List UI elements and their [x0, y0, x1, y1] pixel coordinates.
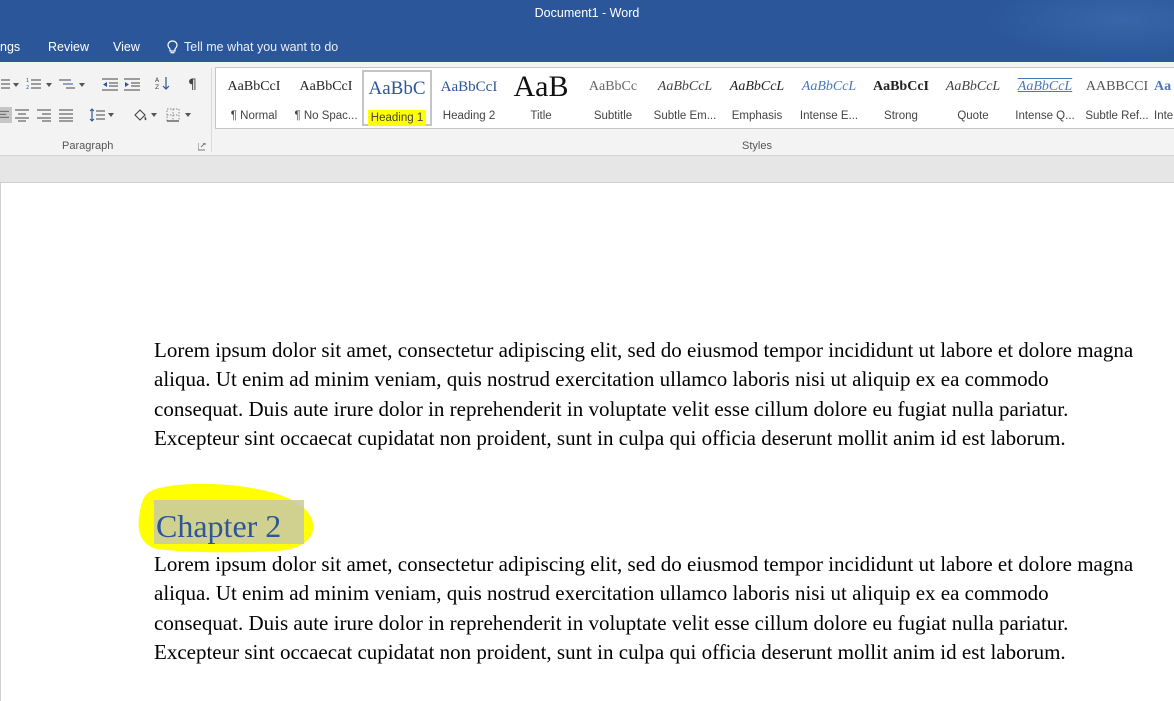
body-paragraph[interactable]: Lorem ipsum dolor sit amet, consectetur … — [154, 550, 1134, 667]
tab-mailings[interactable]: ngs — [0, 40, 20, 54]
chevron-down-icon[interactable] — [185, 113, 191, 117]
style-no-spacing[interactable]: AaBbCcI ¶ No Spac... — [291, 70, 361, 126]
svg-text:A: A — [155, 77, 160, 84]
tab-view[interactable]: View — [113, 40, 140, 54]
lightbulb-icon — [167, 39, 178, 53]
style-heading-1[interactable]: AaBbC Heading 1 — [362, 70, 432, 126]
style-label: ¶ No Spac... — [294, 110, 358, 122]
style-strong[interactable]: AaBbCcI Strong — [866, 70, 936, 126]
decrease-indent-button[interactable] — [101, 76, 119, 92]
chevron-down-icon[interactable] — [151, 113, 157, 117]
style-label: Emphasis — [731, 110, 783, 122]
style-label: Heading 1 — [367, 110, 427, 126]
style-label: Intense E... — [799, 110, 859, 122]
styles-gallery: AaBbCcI ¶ Normal AaBbCcI ¶ No Spac... Aa… — [215, 67, 1174, 129]
multilevel-list-icon — [59, 79, 75, 89]
style-label: Subtitle — [593, 110, 633, 122]
style-label: Quote — [957, 110, 989, 122]
style-label: Intense Q... — [1015, 110, 1075, 122]
sort-icon: A Z — [155, 77, 170, 90]
multilevel-list-button[interactable] — [58, 76, 76, 92]
style-preview: AaBbCcI — [299, 79, 353, 94]
style-label-wrap: Heading 1 — [364, 110, 430, 126]
body-paragraph[interactable]: Lorem ipsum dolor sit amet, consectetur … — [154, 336, 1134, 453]
tell-me-label: Tell me what you want to do — [184, 40, 339, 54]
align-right-icon — [37, 109, 51, 122]
style-preview: AaBbCcI — [227, 79, 281, 94]
chapter-heading[interactable]: Chapter 2 — [154, 507, 283, 545]
style-heading-2[interactable]: AaBbCcI Heading 2 — [434, 70, 504, 126]
borders-icon — [166, 108, 180, 122]
style-title[interactable]: AaB Title — [506, 70, 576, 126]
decrease-indent-icon — [102, 78, 118, 91]
style-label: Strong — [884, 110, 918, 122]
style-label: Heading 2 — [442, 110, 496, 122]
svg-text:2: 2 — [26, 85, 29, 91]
tab-review[interactable]: Review — [48, 40, 89, 54]
justify-icon — [59, 109, 73, 122]
align-center-button[interactable] — [13, 107, 31, 123]
style-subtle-emphasis[interactable]: AaBbCcL Subtle Em... — [650, 70, 720, 126]
group-separator — [211, 68, 212, 152]
style-label: ¶ Normal — [230, 110, 278, 122]
svg-text:Z: Z — [155, 84, 159, 90]
chevron-down-icon[interactable] — [108, 113, 114, 117]
increase-indent-icon — [124, 78, 140, 91]
align-left-icon — [0, 110, 9, 118]
ribbon: 1 2 A Z ¶ Paragraph AaBbCcI ¶ Normal AaB… — [0, 62, 1174, 156]
style-preview: AaBbCcI — [872, 79, 929, 94]
chevron-down-icon[interactable] — [79, 83, 85, 87]
align-center-icon — [15, 109, 29, 122]
style-label: Title — [530, 110, 552, 122]
style-preview: AaB — [513, 70, 569, 103]
style-subtitle[interactable]: AaBbCc Subtitle — [578, 70, 648, 126]
style-intense-quote[interactable]: AaBbCcL Intense Q... — [1010, 70, 1080, 126]
paint-bucket-icon — [134, 109, 147, 121]
numbering-icon: 1 2 — [26, 78, 41, 91]
style-preview: AaBbC — [368, 78, 426, 99]
heading-highlight: Chapter 2 — [137, 481, 315, 553]
title-bar: Document1 - Word ngs Review View Tell me… — [0, 0, 1174, 62]
numbering-button[interactable]: 1 2 — [25, 76, 43, 92]
tell-me-search[interactable]: Tell me what you want to do — [166, 38, 338, 56]
style-preview: AABBCCI — [1085, 79, 1149, 94]
ruler-area — [0, 156, 1174, 183]
style-preview: AaBbCcL — [729, 79, 785, 94]
sort-button[interactable]: A Z — [154, 75, 172, 91]
increase-indent-button[interactable] — [123, 76, 141, 92]
line-spacing-button[interactable] — [88, 107, 106, 123]
show-hide-marks-button[interactable]: ¶ — [184, 75, 202, 91]
styles-group-label: Styles — [742, 140, 772, 152]
style-preview: AaBbCcI — [440, 79, 498, 95]
style-preview: AaBbCc — [588, 79, 638, 94]
svg-text:1: 1 — [26, 78, 29, 84]
style-intense-reference[interactable]: Aa Inte — [1154, 70, 1174, 126]
svg-text:¶: ¶ — [188, 77, 197, 90]
style-label: Subtle Ref... — [1085, 110, 1149, 122]
style-preview: AaBbCcL — [657, 79, 713, 94]
style-subtle-reference[interactable]: AABBCCI Subtle Ref... — [1082, 70, 1152, 126]
style-label: Subtle Em... — [653, 110, 717, 122]
borders-button[interactable] — [164, 107, 182, 123]
style-preview: AaBbCcL — [945, 79, 1001, 94]
style-preview: Aa — [1154, 79, 1172, 94]
style-quote[interactable]: AaBbCcL Quote — [938, 70, 1008, 126]
paragraph-dialog-launcher-icon[interactable] — [198, 143, 206, 151]
align-right-button[interactable] — [35, 107, 53, 123]
line-spacing-icon — [89, 108, 105, 122]
shading-button[interactable] — [131, 107, 149, 123]
style-preview: AaBbCcL — [801, 79, 857, 94]
style-intense-emphasis[interactable]: AaBbCcL Intense E... — [794, 70, 864, 126]
style-emphasis[interactable]: AaBbCcL Emphasis — [722, 70, 792, 126]
chevron-down-icon[interactable] — [13, 83, 19, 87]
pilcrow-icon: ¶ — [188, 77, 197, 90]
paragraph-group-label: Paragraph — [62, 140, 114, 152]
style-label: Inte — [1154, 110, 1174, 122]
justify-button[interactable] — [57, 107, 75, 123]
window-title: Document1 - Word — [534, 6, 640, 20]
style-preview: AaBbCcL — [1017, 79, 1073, 94]
style-normal[interactable]: AaBbCcI ¶ Normal — [219, 70, 289, 126]
align-left-button[interactable] — [0, 107, 12, 123]
chevron-down-icon[interactable] — [46, 83, 52, 87]
